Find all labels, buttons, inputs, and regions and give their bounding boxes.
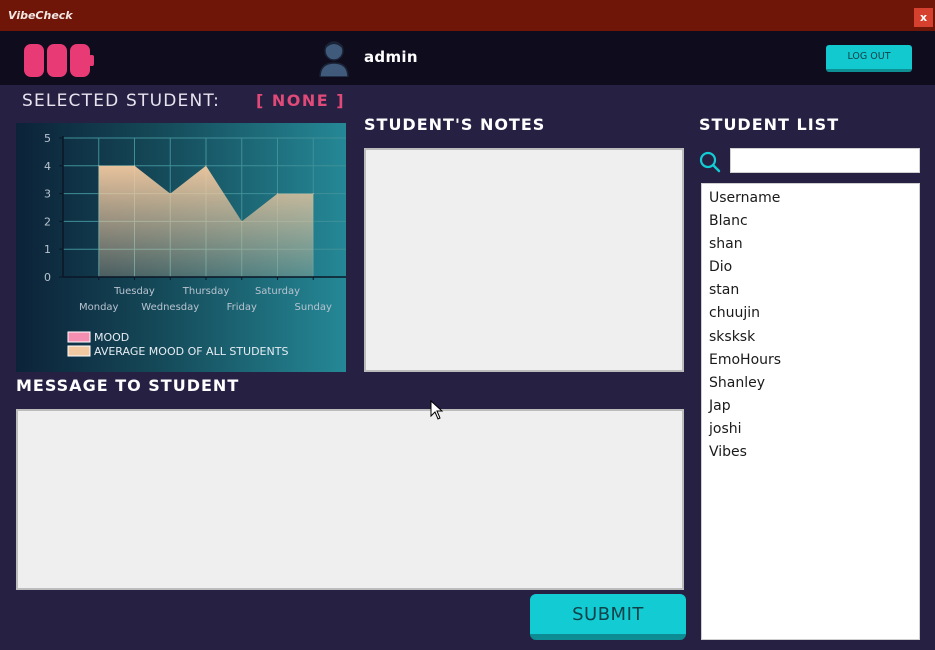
student-list-item[interactable]: Vibes	[702, 441, 919, 464]
student-notes-heading: STUDENT'S NOTES	[364, 115, 546, 134]
chart-xtick-label: Wednesday	[141, 302, 199, 313]
chart-legend-swatch	[67, 331, 91, 343]
student-list-item[interactable]: Shanley	[702, 372, 919, 395]
chart-point-average-mood	[205, 165, 207, 167]
student-list-item[interactable]: sksksk	[702, 326, 919, 349]
chart-xtick-label: Sunday	[295, 302, 332, 313]
selected-student-value: [ NONE ]	[256, 91, 346, 110]
user-avatar-icon	[319, 41, 349, 77]
vibecheck-logo-icon	[24, 44, 94, 77]
top-bar: admin LOG OUT	[0, 31, 935, 85]
chart-legend-label: MOOD	[94, 331, 129, 344]
chart-ytick-label: 3	[44, 188, 51, 201]
window-titlebar: VibeCheck x	[0, 0, 935, 31]
chart-ytick-label: 0	[44, 271, 51, 284]
list-header-username[interactable]: Username	[702, 187, 919, 210]
mood-chart-svg: 0 1 2 3 4 5 Monday Tuesday Wednesday Thursday Frid…	[44, 132, 346, 358]
chart-ytick-label: 4	[44, 160, 51, 173]
mouse-cursor-icon	[430, 400, 444, 420]
chart-point-average-mood	[312, 193, 314, 195]
chart-ytick-label: 2	[44, 215, 51, 228]
chart-xtick-label: Monday	[79, 302, 119, 313]
message-textarea[interactable]	[16, 409, 684, 590]
student-list-item[interactable]: Blanc	[702, 210, 919, 233]
chart-point-average-mood	[98, 165, 100, 167]
chart-xtick-label: Thursday	[182, 286, 230, 297]
student-search-input[interactable]	[730, 148, 920, 173]
student-notes-box[interactable]	[364, 148, 684, 372]
student-list-item[interactable]: EmoHours	[702, 349, 919, 372]
chart-xtick-label: Tuesday	[113, 286, 155, 297]
chart-point-average-mood	[169, 193, 171, 195]
chart-ytick-label: 1	[44, 243, 51, 256]
window-title: VibeCheck	[8, 9, 73, 22]
chart-ytick-label: 5	[44, 132, 51, 145]
student-list-item[interactable]: Jap	[702, 395, 919, 418]
logout-button[interactable]: LOG OUT	[826, 45, 912, 72]
submit-button[interactable]: SUBMIT	[530, 594, 686, 640]
student-list-item[interactable]: joshi	[702, 418, 919, 441]
student-list: Username Blanc shan Dio stan chuujin sksksk Emo…	[701, 183, 920, 640]
selected-student-label: SELECTED STUDENT:	[22, 91, 221, 111]
message-heading: MESSAGE TO STUDENT	[16, 376, 240, 395]
student-list-heading: STUDENT LIST	[699, 115, 840, 134]
chart-xtick-label: Saturday	[255, 286, 300, 297]
search-icon[interactable]	[699, 151, 721, 173]
chart-point-average-mood	[277, 193, 278, 195]
chart-xtick-label: Friday	[227, 302, 257, 313]
chart-point-average-mood	[241, 220, 243, 222]
chart-legend-swatch	[67, 345, 91, 357]
student-list-item[interactable]: stan	[702, 279, 919, 302]
chart-legend-label: AVERAGE MOOD OF ALL STUDENTS	[94, 345, 288, 358]
student-list-item[interactable]: shan	[702, 233, 919, 256]
chart-area-average-mood	[98, 165, 314, 277]
username-label: admin	[364, 48, 418, 66]
chart-point-average-mood	[134, 165, 135, 167]
student-list-item[interactable]: Dio	[702, 256, 919, 279]
student-list-item[interactable]: chuujin	[702, 302, 919, 325]
mood-chart: 0 1 2 3 4 5 Monday Tuesday Wednesday Thursday Frid…	[16, 123, 346, 372]
close-button[interactable]: x	[914, 8, 933, 27]
